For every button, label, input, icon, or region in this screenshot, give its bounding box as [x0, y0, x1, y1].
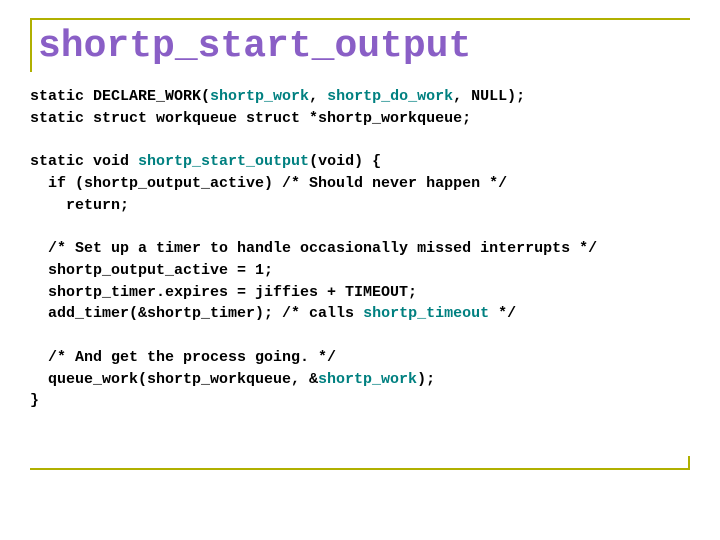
code-line: static void shortp_start_output(void) {: [30, 153, 381, 170]
slide: shortp_start_output static DECLARE_WORK(…: [0, 0, 720, 540]
code-text: */: [489, 305, 516, 322]
code-text: (void) {: [309, 153, 381, 170]
code-line: static struct workqueue struct *shortp_w…: [30, 110, 471, 127]
slide-title: shortp_start_output: [38, 26, 690, 72]
code-text: static void: [30, 153, 138, 170]
code-line: static DECLARE_WORK(shortp_work, shortp_…: [30, 88, 525, 105]
code-text: static DECLARE_WORK(: [30, 88, 210, 105]
code-line: /* Set up a timer to handle occasionally…: [30, 240, 597, 257]
code-text: ,: [309, 88, 327, 105]
code-highlight: shortp_start_output: [138, 153, 309, 170]
code-block: static DECLARE_WORK(shortp_work, shortp_…: [30, 86, 690, 412]
code-line: add_timer(&shortp_timer); /* calls short…: [30, 305, 516, 322]
title-frame: shortp_start_output: [30, 18, 690, 72]
code-line: shortp_timer.expires = jiffies + TIMEOUT…: [30, 284, 417, 301]
divider: [30, 468, 690, 470]
code-highlight: shortp_timeout: [363, 305, 489, 322]
code-text: queue_work(shortp_workqueue, &: [30, 371, 318, 388]
code-line: if (shortp_output_active) /* Should neve…: [30, 175, 507, 192]
code-text: );: [417, 371, 435, 388]
code-highlight: shortp_do_work: [327, 88, 453, 105]
code-highlight: shortp_work: [210, 88, 309, 105]
code-highlight: shortp_work: [318, 371, 417, 388]
code-line: queue_work(shortp_workqueue, &shortp_wor…: [30, 371, 435, 388]
code-line: }: [30, 392, 39, 409]
code-text: add_timer(&shortp_timer); /* calls: [30, 305, 363, 322]
code-text: , NULL);: [453, 88, 525, 105]
code-line: return;: [30, 197, 129, 214]
code-line: /* And get the process going. */: [30, 349, 336, 366]
code-line: shortp_output_active = 1;: [30, 262, 273, 279]
